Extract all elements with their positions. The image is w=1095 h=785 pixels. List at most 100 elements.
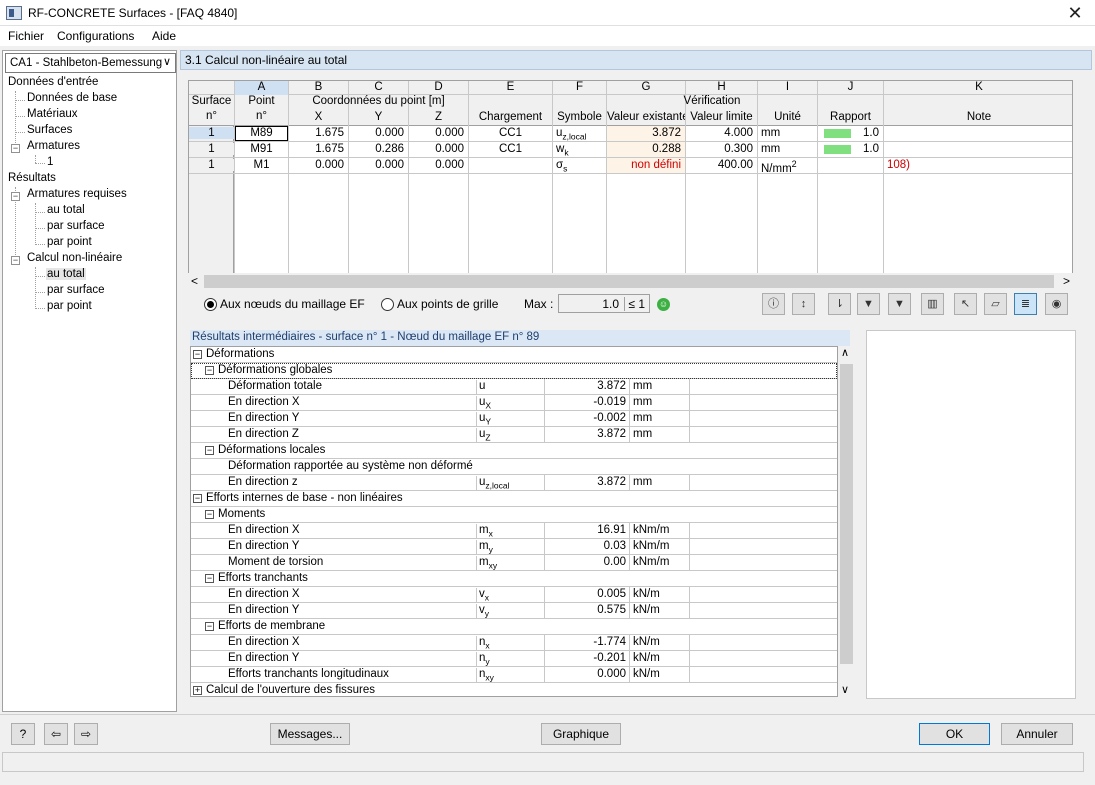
collapse-icon[interactable]: − [193,350,202,359]
cell-existing[interactable]: 3.872 [607,127,685,139]
group-row[interactable]: − Déformations [191,347,837,363]
eye-icon[interactable]: ◉ [1045,293,1068,315]
collapse-icon[interactable]: − [11,144,20,153]
vertical-scrollbar[interactable]: ∧ ∨ [838,346,855,697]
relation-icon[interactable]: ⇂ [828,293,851,315]
result-row[interactable]: En direction Y vy 0.575 kN/m [191,603,837,619]
cell-z[interactable]: 0.000 [409,159,468,171]
horizontal-scrollbar[interactable]: < > [188,273,1073,290]
col-letter-f[interactable]: F [553,81,606,93]
cell-surface[interactable]: 1 [189,143,234,155]
group-row[interactable]: + Calcul de l'ouverture des fissures [191,683,837,696]
tree-ar-au-total[interactable]: au total [47,204,85,216]
collapse-icon[interactable]: − [205,574,214,583]
scroll-thumb[interactable] [840,364,853,664]
collapse-icon[interactable]: − [193,494,202,503]
result-row[interactable]: En direction Xmx 16.91 kNm/m [191,523,837,539]
cell-symbol[interactable]: σs [553,159,606,173]
load-case-select[interactable]: CA1 - Stahlbeton-Bemessung ∨ [5,53,176,73]
tree-donnees-base[interactable]: Données de base [27,92,117,104]
cell-surface[interactable]: 1 [189,127,234,139]
cell-unit[interactable]: mm [758,127,817,139]
info-icon[interactable]: ⓘ [762,293,785,315]
cell-x[interactable]: 1.675 [289,127,348,139]
col-letter-i[interactable]: I [758,81,817,93]
cell-point[interactable]: M1 [235,159,288,171]
collapse-icon[interactable]: − [11,256,20,265]
col-letter-k[interactable]: K [884,81,1072,93]
result-row[interactable]: Déformation rapportée au système non déf… [191,459,837,475]
tree-armatures-requises[interactable]: Armatures requises [27,188,127,200]
result-row[interactable]: En direction X vx 0.005 kN/m [191,587,837,603]
col-letter-c[interactable]: C [349,81,408,93]
ok-button[interactable]: OK [919,723,990,745]
cancel-button[interactable]: Annuler [1001,723,1073,745]
cell-limit[interactable]: 0.300 [686,143,757,155]
expand-icon[interactable]: + [193,686,202,695]
collapse-icon[interactable]: − [11,192,20,201]
scroll-right-icon[interactable]: > [1063,274,1070,288]
tree-cnl-par-point[interactable]: par point [47,300,92,312]
col-letter-d[interactable]: D [409,81,468,93]
result-row[interactable]: En direction X nx -1.774 kN/m [191,635,837,651]
close-icon[interactable]: ✕ [1055,0,1095,26]
cell-y[interactable]: 0.000 [349,127,408,139]
cell-existing[interactable]: 0.288 [607,143,685,155]
columns-icon[interactable]: ▥ [921,293,944,315]
cell-limit[interactable]: 4.000 [686,127,757,139]
filter-one-icon[interactable]: ▼ [888,293,911,315]
cell-x[interactable]: 0.000 [289,159,348,171]
cell-y[interactable]: 0.286 [349,143,408,155]
bars-icon[interactable]: ≣ [1014,293,1037,315]
tree-surfaces[interactable]: Surfaces [27,124,72,136]
view-icon[interactable]: ▱ [984,293,1007,315]
group-row[interactable]: − Déformations globales [191,363,837,379]
collapse-icon[interactable]: − [205,446,214,455]
group-row[interactable]: − Efforts internes de base - non linéaire… [191,491,837,507]
cell-y[interactable]: 0.000 [349,159,408,171]
messages-button[interactable]: Messages... [270,723,350,745]
tree-cnl-par-surface[interactable]: par surface [47,284,105,296]
cell-load[interactable]: CC1 [469,143,552,155]
tree-ar-par-point[interactable]: par point [47,236,92,248]
cell-point[interactable]: M91 [235,143,288,155]
cell-point[interactable]: M89 [235,126,288,141]
result-row[interactable]: En direction X uX -0.019 mm [191,395,837,411]
scroll-up-icon[interactable]: ∧ [841,346,849,359]
cell-existing[interactable]: non défini [607,159,685,171]
graphic-button[interactable]: Graphique [541,723,621,745]
radio-grid-points[interactable] [381,298,394,311]
result-row[interactable]: En direction z uz,local 3.872 mm [191,475,837,491]
group-row[interactable]: − Efforts de membrane [191,619,837,635]
cell-ratio[interactable]: 1.0 [818,127,883,139]
cell-limit[interactable]: 400.00 [686,159,757,171]
group-row[interactable]: − Efforts tranchants [191,571,837,587]
cell-surface[interactable]: 1 [189,159,234,171]
col-letter-b[interactable]: B [289,81,348,93]
menu-fichier[interactable]: Fichier [8,29,44,43]
menu-aide[interactable]: Aide [152,29,176,43]
cell-note[interactable]: 108) [884,159,1072,171]
cell-load[interactable]: CC1 [469,127,552,139]
group-row[interactable]: − Moments [191,507,837,523]
col-letter-g[interactable]: G [607,81,685,93]
cell-symbol[interactable]: uz,local [553,127,606,141]
col-letter-e[interactable]: E [469,81,552,93]
radio-fe-nodes[interactable] [204,298,217,311]
result-row[interactable]: Déformation totale u 3.872 mm [191,379,837,395]
export-icon[interactable]: ⇨ [74,723,98,745]
filter-icon[interactable]: ▼ [857,293,880,315]
cell-ratio[interactable]: 1.0 [818,143,883,155]
tree-donnees-entree[interactable]: Données d'entrée [8,76,98,88]
tree-materiaux[interactable]: Matériaux [27,108,78,120]
result-row[interactable]: Efforts tranchants longitudinaux nxy 0.000… [191,667,837,683]
sort-az-icon[interactable]: ↕ [792,293,815,315]
cell-symbol[interactable]: wk [553,143,606,157]
tree-cnl-au-total[interactable]: au total [46,268,86,280]
tree-ar-par-surface[interactable]: par surface [47,220,105,232]
scroll-left-icon[interactable]: < [191,274,198,288]
collapse-icon[interactable]: − [205,366,214,375]
menu-configurations[interactable]: Configurations [57,29,134,43]
select-icon[interactable]: ↖ [954,293,977,315]
tree-armatures[interactable]: Armatures [27,140,80,152]
